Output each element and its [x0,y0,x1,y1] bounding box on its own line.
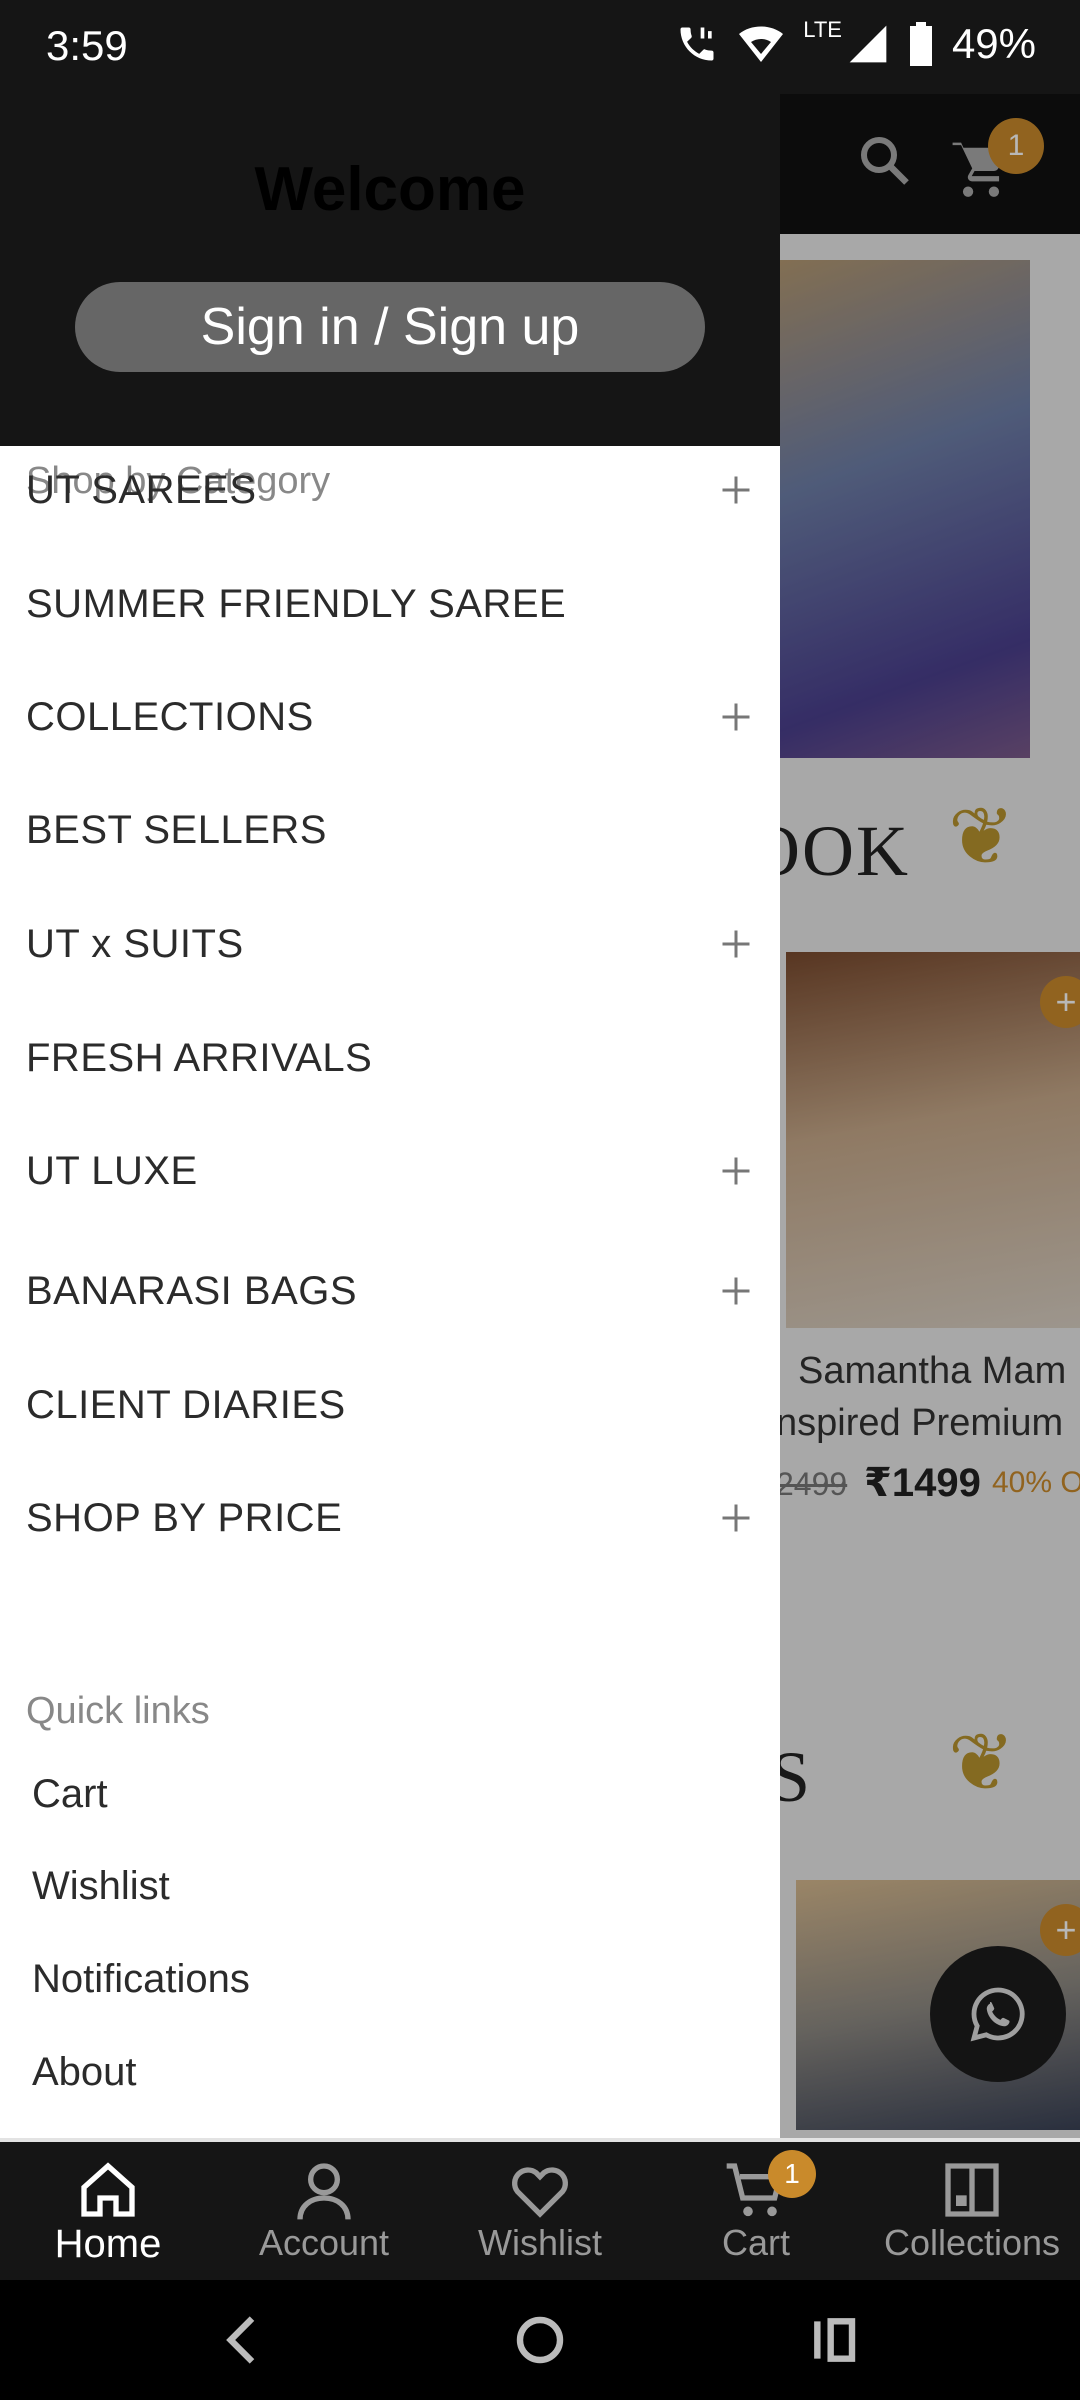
menu-item[interactable]: BANARASI BAGS [0,1246,780,1336]
product-old-price: 2499 [776,1466,848,1502]
whatsapp-icon [970,1987,1025,2042]
status-icons: LTE 49% [675,17,1036,68]
menu-item-label: SUMMER FRIENDLY SAREE [26,581,567,626]
menu-item[interactable]: COLLECTIONS [0,672,780,762]
drawer-header: Welcome Sign in / Sign up [0,94,780,446]
cart-badge: 1 [768,2150,816,2198]
back-icon[interactable] [212,2308,276,2372]
expand-plus-icon[interactable] [718,1500,754,1536]
home-icon [81,2162,135,2217]
menu-item[interactable]: SUMMER FRIENDLY SAREE [0,559,780,649]
menu-item-label: UT SAREES [26,467,257,512]
status-bar: 3:59 LTE 49% [0,0,1080,94]
system-navigation-bar [0,2280,1080,2400]
quick-link-label: Cart [32,1771,108,1816]
sign-in-button[interactable]: Sign in / Sign up [75,282,705,372]
nav-home[interactable]: Home [0,2142,216,2284]
menu-item-label: SHOP BY PRICE [26,1495,343,1540]
whatsapp-button[interactable] [930,1946,1066,2082]
expand-plus-icon[interactable] [718,1273,754,1309]
quick-link-label: About [32,2049,137,2094]
menu-item-label: BEST SELLERS [26,807,327,852]
expand-plus-icon[interactable] [718,926,754,962]
menu-item-label: UT x SUITS [26,921,244,966]
nav-label: Home [54,2222,162,2266]
header-cart-button[interactable]: 1 [950,118,1044,197]
menu-item[interactable]: BEST SELLERS [0,785,780,875]
collections-icon [945,2163,999,2217]
cart-badge: 1 [988,118,1044,174]
quick-link-label: Notifications [32,1956,250,2001]
battery-percent: 49% [951,20,1036,67]
bottom-navigation: Home Account Wishlist 1 Cart Collections [0,2138,1080,2280]
nav-label: Cart [721,2222,790,2263]
quick-link-label: Wishlist [32,1863,170,1908]
quick-link[interactable]: About [0,2032,780,2112]
product-image[interactable] [786,952,1080,1328]
ornament-icon: ❦ [948,792,1016,881]
menu-item-label: UT LUXE [26,1148,198,1193]
nav-cart[interactable]: 1 Cart [648,2142,864,2284]
quick-link[interactable]: Notifications [0,1939,780,2019]
heart-icon [512,2167,568,2218]
quick-links-heading: Quick links [26,1690,210,1732]
search-icon [861,137,909,185]
quick-link[interactable]: Cart [0,1754,780,1834]
wifi-icon [739,26,784,62]
menu-item-label: BANARASI BAGS [26,1268,358,1313]
welcome-title: Welcome [254,155,526,224]
product-title: Samantha Mam [798,1350,1067,1392]
menu-item[interactable]: FRESH ARRIVALS [0,1013,780,1103]
menu-item[interactable]: UT SAREES [0,445,780,535]
expand-plus-icon[interactable] [718,699,754,735]
nav-label: Collections [883,2222,1061,2263]
nav-collections[interactable]: Collections [864,2142,1080,2284]
expand-plus-icon[interactable] [718,1153,754,1189]
menu-item-label: CLIENT DIARIES [26,1382,346,1427]
product-title: nspired Premium [776,1402,1064,1444]
recents-icon[interactable] [804,2308,868,2372]
navigation-drawer: Welcome Sign in / Sign up Shop by Catego… [0,94,780,2138]
battery-icon [909,22,932,66]
status-time: 3:59 [46,22,128,69]
menu-item[interactable]: CLIENT DIARIES [0,1360,780,1450]
expand-plus-icon[interactable] [718,472,754,508]
product-discount: 40% O [992,1466,1080,1499]
nav-account[interactable]: Account [216,2142,432,2284]
menu-item-label: FRESH ARRIVALS [26,1035,373,1080]
account-icon [297,2163,351,2220]
nav-wishlist[interactable]: Wishlist [432,2142,648,2284]
menu-item[interactable]: SHOP BY PRICE [0,1473,780,1563]
search-button[interactable] [854,130,914,190]
product-price: ₹1499 [864,1461,981,1505]
menu-item[interactable]: UT x SUITS [0,899,780,989]
product-image[interactable] [780,260,1030,758]
menu-item[interactable]: UT LUXE [0,1126,780,1216]
nav-label: Wishlist [478,2222,602,2263]
wifi-calling-icon [680,27,714,61]
quick-link[interactable]: Wishlist [0,1846,780,1926]
menu-item-label: COLLECTIONS [26,694,314,739]
ornament-icon: ❦ [948,1718,1016,1807]
home-circle-icon[interactable] [508,2308,572,2372]
cell-signal-icon [849,25,887,63]
nav-label: Account [258,2222,390,2263]
network-type: LTE [803,17,842,42]
